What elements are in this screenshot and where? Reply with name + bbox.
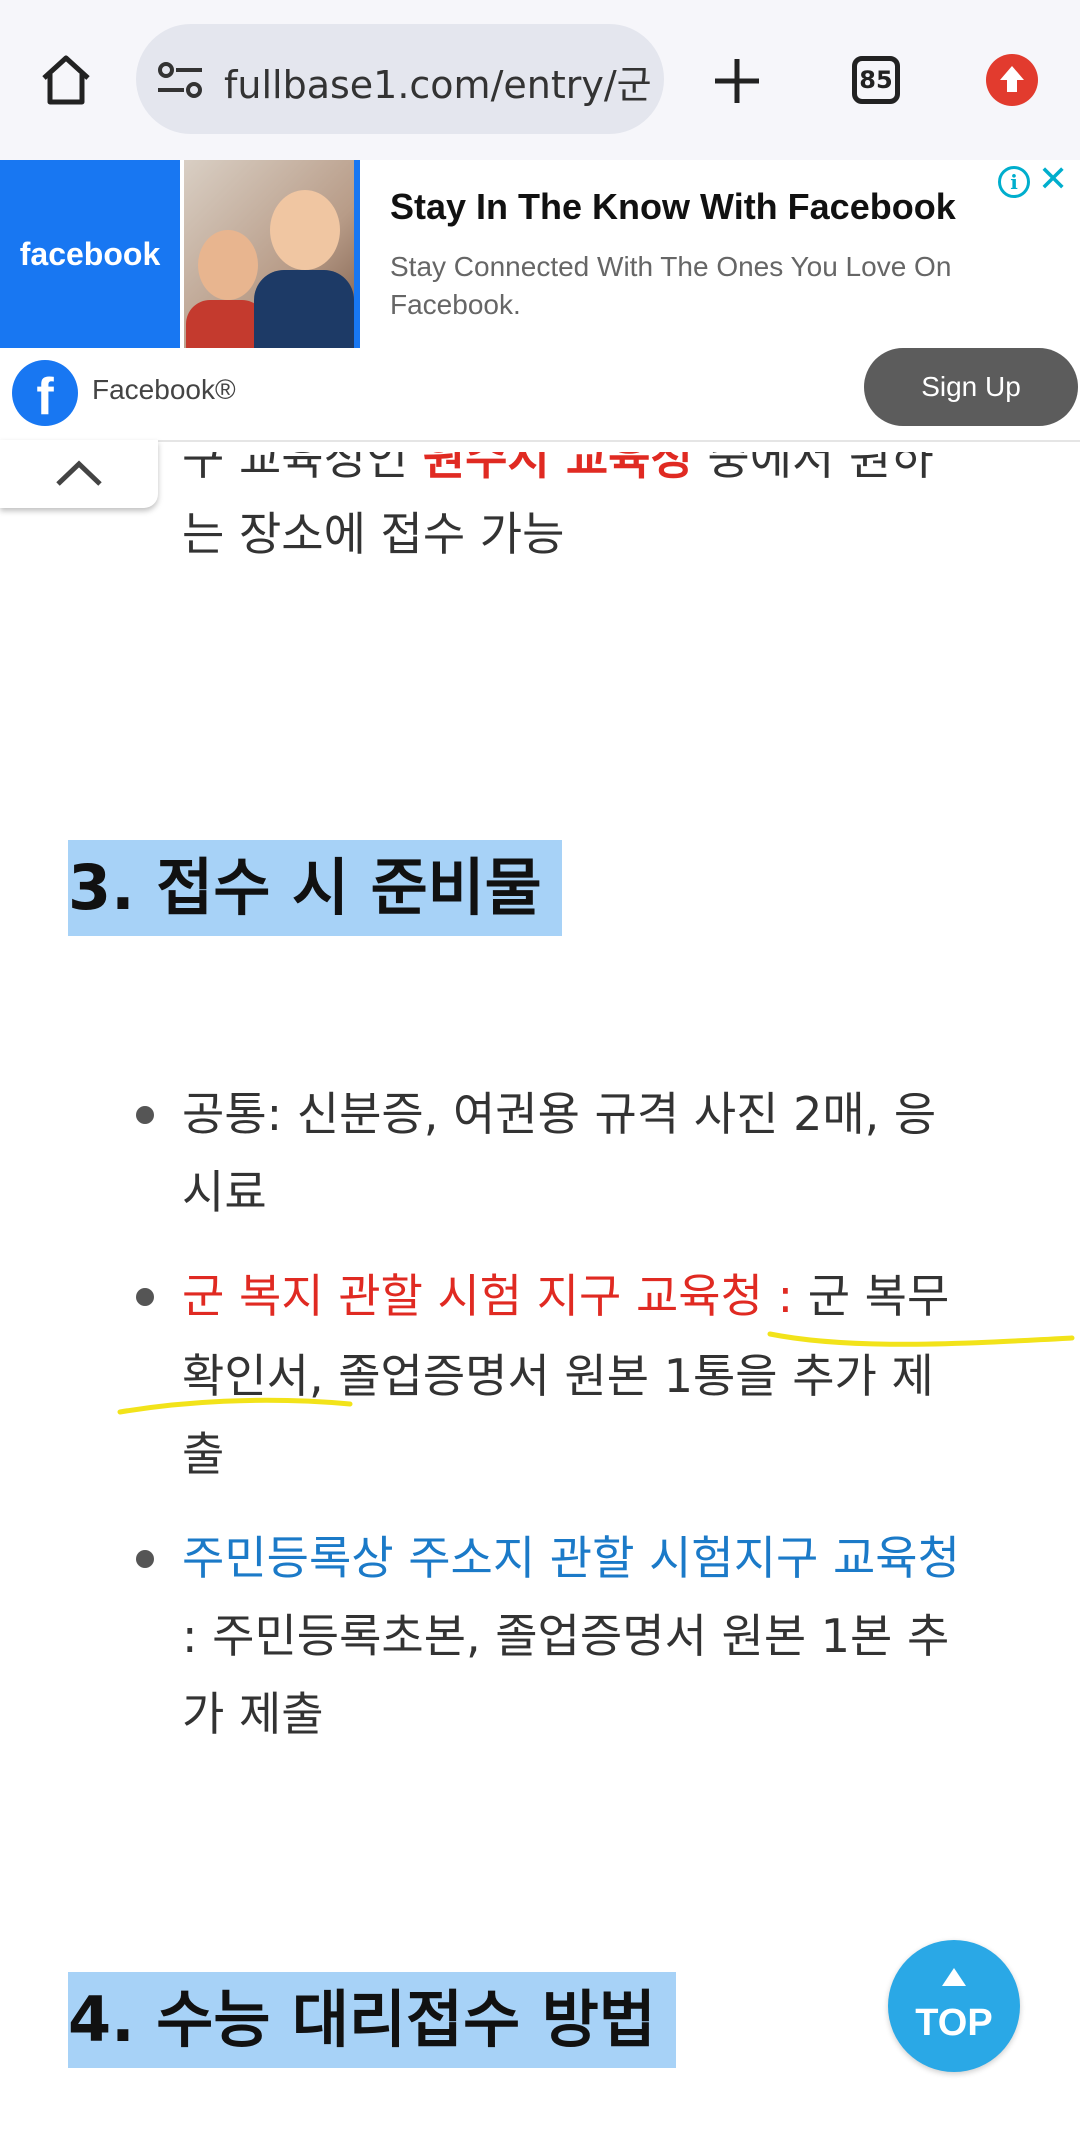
url-text[interactable]: fullbase1.com/entry/군 bbox=[224, 54, 652, 109]
ad-description: Stay Connected With The Ones You Love On… bbox=[390, 251, 952, 320]
ad-banner[interactable]: facebook Stay In The Know With Facebook … bbox=[0, 160, 1080, 442]
bullet-icon bbox=[136, 1106, 154, 1124]
top-button-label: TOP bbox=[915, 2002, 993, 2044]
ad-image bbox=[184, 160, 354, 348]
section-heading-4: 4. 수능 대리접수 방법 bbox=[68, 1972, 676, 2068]
site-settings-icon[interactable] bbox=[156, 61, 204, 99]
list-item-label-red: 군 복지 관할 시험 지구 교육청 : bbox=[182, 1269, 794, 1323]
list-item-line: : 주민등록초본, 졸업증명서 원본 1본 추 bbox=[182, 1609, 950, 1663]
ad-brand: Facebook® bbox=[92, 374, 236, 405]
ad-divider bbox=[354, 160, 360, 348]
tab-switcher-button[interactable]: 85 bbox=[852, 56, 900, 104]
address-bar[interactable]: fullbase1.com/entry/군 bbox=[136, 24, 664, 134]
arrow-up-icon bbox=[942, 1968, 966, 1986]
ad-close-icon[interactable]: ✕ bbox=[1038, 162, 1068, 198]
list-item-line: 확인서, 졸업증명서 원본 1통을 추가 제 bbox=[182, 1349, 934, 1403]
sign-up-button[interactable]: Sign Up bbox=[864, 348, 1078, 426]
section-heading-3: 3. 접수 시 준비물 bbox=[68, 840, 562, 936]
list-item-line: 군 복지 관할 시험 지구 교육청 : 군 복무 bbox=[182, 1269, 950, 1323]
ad-title[interactable]: Stay In The Know With Facebook bbox=[390, 186, 956, 228]
chevron-up-icon bbox=[56, 460, 102, 486]
update-icon[interactable] bbox=[986, 54, 1038, 106]
new-tab-icon[interactable] bbox=[712, 56, 762, 106]
list-item-line: 출 bbox=[182, 1427, 225, 1481]
browser-toolbar: fullbase1.com/entry/군 85 bbox=[0, 0, 1080, 160]
list-item-line: 가 제출 bbox=[182, 1687, 324, 1741]
facebook-icon: f bbox=[12, 360, 78, 426]
scroll-to-top-button[interactable]: TOP bbox=[888, 1940, 1020, 2072]
list-item-label-blue: 주민등록상 주소지 관할 시험지구 교육청 bbox=[182, 1531, 960, 1585]
bullet-icon bbox=[136, 1550, 154, 1568]
home-icon[interactable] bbox=[38, 52, 94, 108]
list-item-line: 공통: 신분증, 여권용 규격 사진 2매, 응 bbox=[182, 1087, 937, 1141]
ad-collapse-button[interactable] bbox=[0, 440, 158, 508]
paragraph-line: 는 장소에 접수 가능 bbox=[182, 507, 565, 561]
bullet-icon bbox=[136, 1288, 154, 1306]
ad-info-icon[interactable]: i bbox=[998, 166, 1030, 198]
facebook-logo: facebook bbox=[0, 160, 180, 348]
list-item-line: 시료 bbox=[182, 1165, 267, 1219]
